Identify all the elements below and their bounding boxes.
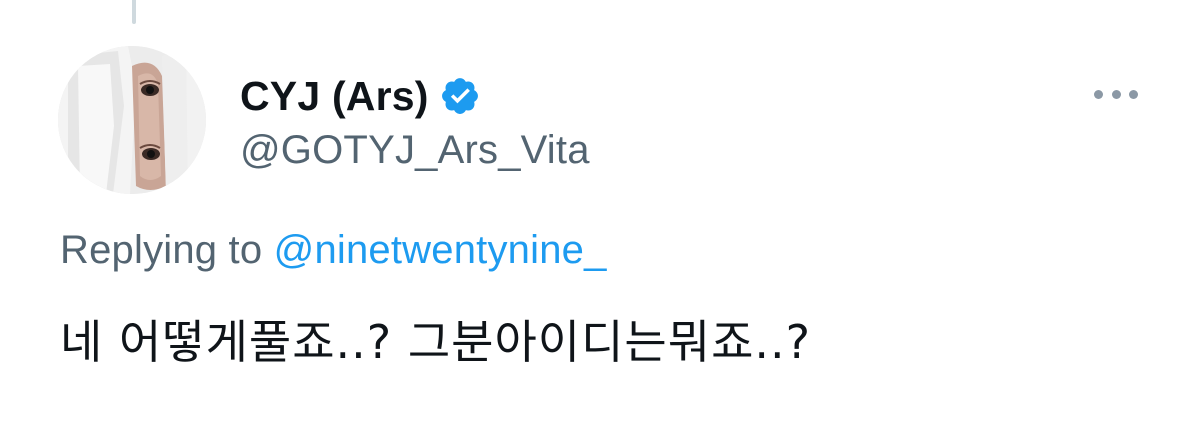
more-horizontal-icon[interactable] — [1094, 84, 1138, 104]
author-display-name[interactable]: CYJ (Ars) — [240, 73, 429, 120]
more-dot — [1129, 89, 1138, 99]
tweet-body-text: 네 어떻게풀죠..? 그분아이디는뭐죠..? — [60, 315, 812, 369]
avatar-image — [58, 46, 206, 194]
reply-mention-link[interactable]: @ninetwentynine_ — [274, 228, 607, 272]
replying-to-line: Replying to @ninetwentynine_ — [60, 228, 607, 273]
author-name-row[interactable]: CYJ (Ars) — [240, 70, 481, 122]
author-handle[interactable]: @GOTYJ_Ars_Vita — [240, 128, 590, 173]
more-dot — [1111, 89, 1121, 99]
replying-to-label: Replying to — [60, 228, 274, 272]
verified-badge-icon — [439, 75, 481, 117]
thread-connector-line — [132, 0, 136, 24]
more-dot — [1094, 89, 1103, 99]
avatar[interactable] — [58, 46, 206, 194]
